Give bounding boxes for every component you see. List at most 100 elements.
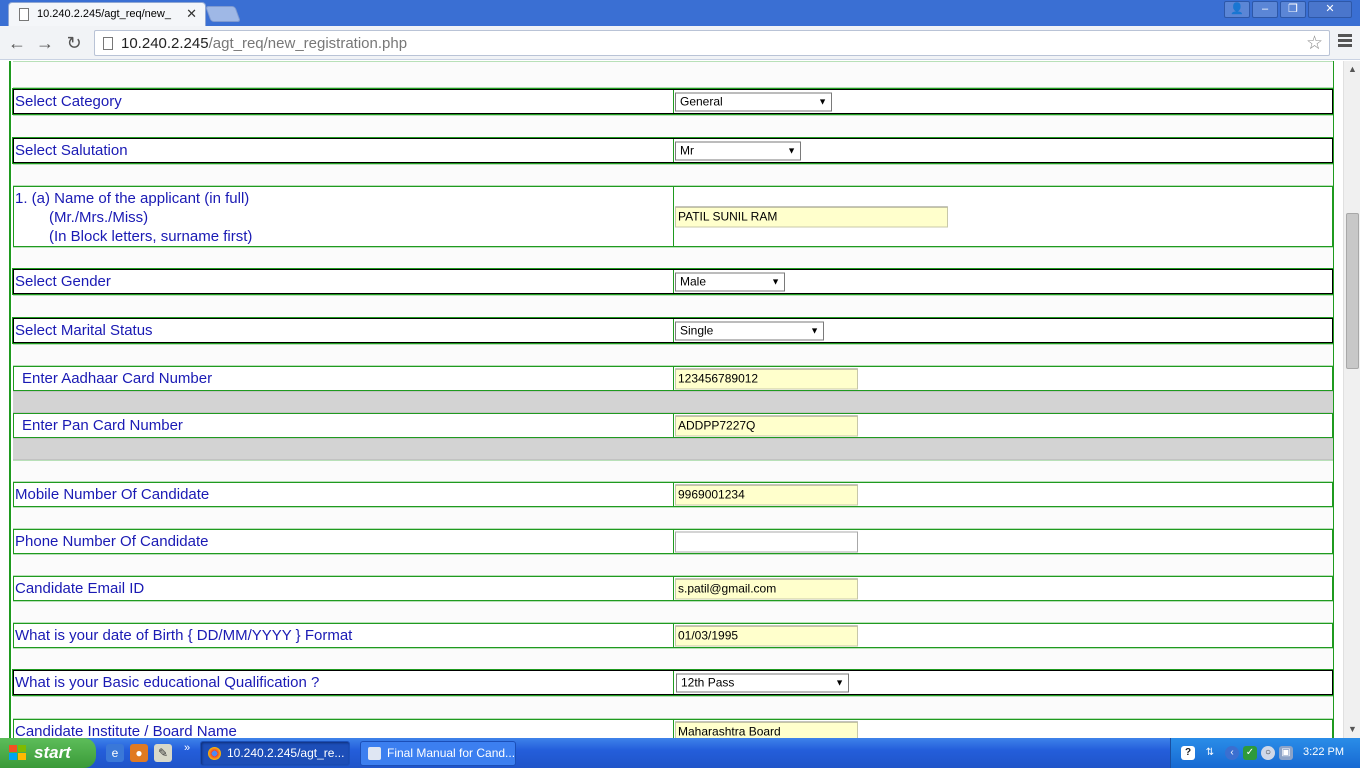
aadhaar-input[interactable]: 123456789012 [675, 368, 858, 389]
dropdown-arrow-icon: ▼ [835, 677, 844, 687]
qualification-select-value: 12th Pass [681, 675, 735, 689]
taskbar-item-manual[interactable]: Final Manual for Cand... [360, 741, 516, 766]
applicant-name-label-line1: 1. (a) Name of the applicant (in full) [15, 190, 250, 207]
browser-toolbar: ← → ↻ 10.240.2.245/agt_req/new_registrat… [0, 26, 1360, 60]
form-spacer [13, 601, 1333, 623]
network-icon[interactable]: ⇅ [1203, 746, 1217, 760]
page-viewport: Select Category General ▼ Select Salutat… [0, 61, 1343, 738]
scrollbar-thumb[interactable] [1346, 213, 1359, 369]
form-spacer [13, 247, 1333, 269]
browser-title-bar: 10.240.2.245/agt_req/new_ ✕ 👤 – ❐ ✕ [0, 0, 1360, 26]
search-tray-icon[interactable]: ○ [1261, 746, 1275, 760]
dob-label: What is your date of Birth { DD/MM/YYYY … [15, 627, 353, 644]
minimize-button[interactable]: – [1252, 1, 1278, 18]
phone-row: Phone Number Of Candidate [13, 529, 1333, 554]
scroll-up-arrow-icon[interactable]: ▲ [1344, 61, 1360, 78]
browser-menu-icon[interactable] [1338, 34, 1352, 50]
form-spacer [13, 460, 1333, 482]
applicant-name-label-line3: (In Block letters, surname first) [49, 228, 253, 245]
institute-label: Candidate Institute / Board Name [15, 723, 237, 738]
marital-status-select-value: Single [680, 323, 714, 337]
marital-status-select[interactable]: Single ▼ [675, 321, 824, 340]
email-input[interactable]: s.patil@gmail.com [675, 578, 858, 599]
reload-button[interactable]: ↻ [63, 32, 85, 54]
page-icon [19, 8, 29, 21]
back-button[interactable]: ← [6, 32, 28, 54]
taskbar-item-label: 10.240.2.245/agt_re... [227, 746, 345, 760]
email-label: Candidate Email ID [15, 580, 145, 597]
browser-tab-active[interactable]: 10.240.2.245/agt_req/new_ ✕ [8, 2, 206, 26]
form-spacer [13, 61, 1333, 88]
close-window-button[interactable]: ✕ [1308, 1, 1352, 18]
mobile-label: Mobile Number Of Candidate [15, 486, 210, 503]
form-spacer [13, 554, 1333, 576]
back-arrow-tray-icon[interactable]: ‹ [1225, 746, 1239, 760]
gender-row: Select Gender Male ▼ [12, 268, 1334, 295]
quick-launch-more-icon[interactable]: » [184, 742, 190, 754]
page-scrollbar[interactable]: ▲ ▼ [1343, 61, 1360, 738]
maximize-button[interactable]: ❐ [1280, 1, 1306, 18]
qualification-select[interactable]: 12th Pass ▼ [676, 673, 849, 692]
applicant-name-label-line2: (Mr./Mrs./Miss) [49, 209, 149, 226]
form-spacer [13, 295, 1333, 318]
dob-input[interactable]: 01/03/1995 [675, 625, 858, 646]
applicant-name-input[interactable]: PATIL SUNIL RAM [675, 206, 948, 227]
aadhaar-row: Enter Aadhaar Card Number 123456789012 [13, 366, 1333, 391]
category-label: Select Category [15, 93, 122, 110]
pan-input[interactable]: ADDPP7227Q [675, 415, 858, 436]
taskbar-item-label: Final Manual for Cand... [387, 746, 516, 760]
user-profile-icon[interactable]: 👤 [1224, 1, 1250, 18]
bookmark-star-icon[interactable]: ☆ [1306, 32, 1323, 55]
institute-row: Candidate Institute / Board Name Maharas… [13, 719, 1333, 738]
tab-close-icon[interactable]: ✕ [186, 6, 197, 22]
salutation-select[interactable]: Mr ▼ [675, 141, 801, 160]
column-divider [673, 414, 674, 437]
gender-select-value: Male [680, 274, 707, 288]
column-divider [673, 319, 674, 342]
column-divider [673, 720, 674, 738]
mobile-input[interactable]: 9969001234 [675, 484, 858, 505]
chrome-icon [208, 747, 221, 760]
windows-logo-icon [9, 745, 27, 761]
mobile-row: Mobile Number Of Candidate 9969001234 [13, 482, 1333, 507]
notepad-icon[interactable]: ✎ [154, 744, 172, 762]
taskbar-item-chrome[interactable]: 10.240.2.245/agt_re... [200, 741, 350, 766]
column-divider [673, 483, 674, 506]
dropdown-arrow-icon: ▼ [810, 325, 819, 335]
scroll-down-arrow-icon[interactable]: ▼ [1344, 721, 1360, 738]
category-select[interactable]: General ▼ [675, 92, 832, 111]
antivirus-icon[interactable]: ✓ [1243, 746, 1257, 760]
url-host: 10.240.2.245 [121, 35, 209, 52]
form-spacer [13, 696, 1333, 719]
column-divider [673, 139, 674, 162]
page-icon [103, 37, 113, 50]
salutation-label: Select Salutation [15, 142, 128, 159]
dob-row: What is your date of Birth { DD/MM/YYYY … [13, 623, 1333, 648]
url-text[interactable]: 10.240.2.245/agt_req/new_registration.ph… [121, 35, 407, 52]
phone-label: Phone Number Of Candidate [15, 533, 209, 550]
help-icon[interactable]: ? [1181, 746, 1195, 760]
windows-taskbar: start e ● ✎ » 10.240.2.245/agt_re... Fin… [0, 738, 1360, 768]
system-clock: 3:22 PM [1303, 746, 1344, 758]
start-button[interactable]: start [0, 738, 96, 768]
ie-icon[interactable]: e [106, 744, 124, 762]
salutation-row: Select Salutation Mr ▼ [12, 137, 1334, 164]
new-tab-button[interactable] [205, 6, 241, 22]
firefox-icon[interactable]: ● [130, 744, 148, 762]
dropdown-arrow-icon: ▼ [771, 276, 780, 286]
institute-input[interactable]: Maharashtra Board [675, 721, 858, 738]
address-bar[interactable]: 10.240.2.245/agt_req/new_registration.ph… [94, 30, 1330, 56]
url-path: /agt_req/new_registration.php [208, 35, 408, 52]
marital-status-row: Select Marital Status Single ▼ [12, 317, 1334, 344]
window-controls: 👤 – ❐ ✕ [1224, 1, 1352, 18]
system-tray: ? ⇅ ‹ ✓ ○ ▣ 3:22 PM [1170, 738, 1360, 768]
forward-button[interactable]: → [34, 32, 56, 54]
gender-select[interactable]: Male ▼ [675, 272, 785, 291]
phone-input[interactable] [675, 531, 858, 552]
display-icon[interactable]: ▣ [1279, 746, 1293, 760]
column-divider [673, 671, 674, 694]
tab-title: 10.240.2.245/agt_req/new_ [37, 8, 171, 20]
pan-row: Enter Pan Card Number ADDPP7227Q [13, 413, 1333, 438]
gender-label: Select Gender [15, 273, 111, 290]
form-spacer [13, 507, 1333, 529]
